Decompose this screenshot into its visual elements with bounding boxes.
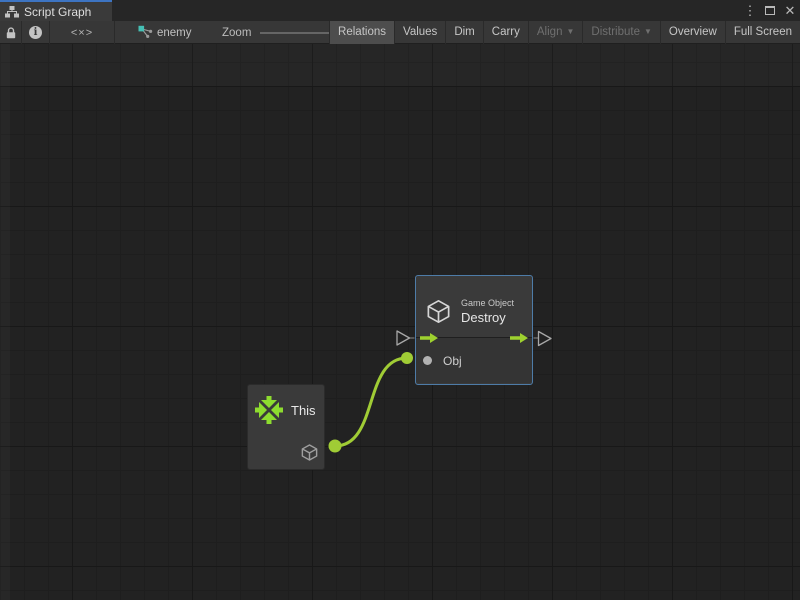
graph-icon — [138, 25, 153, 40]
obj-port-label: Obj — [443, 354, 462, 368]
node-destroy-body: Obj — [416, 338, 532, 383]
node-destroy[interactable]: Game Object Destroy Obj — [415, 275, 533, 385]
graph-canvas[interactable]: Game Object Destroy Obj — [0, 44, 800, 600]
info-icon: i — [29, 26, 42, 39]
node-title: Destroy — [461, 310, 514, 325]
toolbar: i <×> enemy Zoom 1x Relations Values Dim… — [0, 21, 800, 44]
lock-button[interactable] — [0, 21, 22, 44]
connection-end-dot — [401, 352, 413, 364]
connection-this-to-obj[interactable] — [335, 358, 407, 446]
node-this-title: This — [291, 403, 316, 418]
zoom-label: Zoom — [222, 27, 251, 39]
flow-input-port[interactable] — [420, 333, 438, 343]
node-this[interactable]: This — [247, 384, 325, 470]
align-dropdown[interactable]: Align▼ — [528, 21, 583, 44]
toolbar-buttons: Relations Values Dim Carry Align▼ Distri… — [329, 21, 800, 44]
connection-start-dot — [329, 440, 342, 453]
node-category: Game Object — [461, 298, 514, 308]
window-menu-icon[interactable]: ⋮ — [743, 0, 757, 21]
carry-button[interactable]: Carry — [483, 21, 528, 44]
flow-output-port[interactable] — [510, 333, 528, 343]
node-destroy-header: Game Object Destroy — [416, 276, 532, 337]
graph-reference[interactable]: enemy — [138, 21, 192, 44]
graph-name: enemy — [157, 27, 192, 39]
flow-input-triangle-icon[interactable] — [397, 331, 410, 345]
chevron-down-icon: ▼ — [644, 27, 652, 36]
obj-input-port[interactable] — [423, 356, 432, 365]
dim-button[interactable]: Dim — [445, 21, 482, 44]
info-button[interactable]: i — [22, 21, 50, 44]
connections-layer — [0, 44, 800, 600]
values-button[interactable]: Values — [394, 21, 445, 44]
titlebar: Script Graph ⋮ ✕ — [0, 0, 800, 21]
relations-button[interactable]: Relations — [329, 21, 394, 44]
flow-output-triangle-icon[interactable] — [539, 332, 552, 346]
distribute-dropdown[interactable]: Distribute▼ — [582, 21, 660, 44]
game-object-cube-icon — [425, 298, 452, 325]
close-icon[interactable]: ✕ — [783, 0, 797, 21]
overview-button[interactable]: Overview — [660, 21, 725, 44]
edit-code-button[interactable]: <×> — [50, 21, 115, 44]
tab-title: Script Graph — [24, 5, 91, 19]
full-screen-button[interactable]: Full Screen — [725, 21, 800, 44]
lock-icon — [5, 26, 17, 40]
code-icon: <×> — [71, 27, 93, 39]
flow-divider — [416, 337, 532, 338]
this-converge-icon — [255, 396, 283, 424]
chevron-down-icon: ▼ — [566, 27, 574, 36]
script-graph-icon — [5, 6, 19, 18]
maximize-icon[interactable] — [763, 0, 777, 21]
this-output-port-cube-icon[interactable] — [300, 443, 319, 462]
tab-script-graph[interactable]: Script Graph — [0, 0, 112, 21]
